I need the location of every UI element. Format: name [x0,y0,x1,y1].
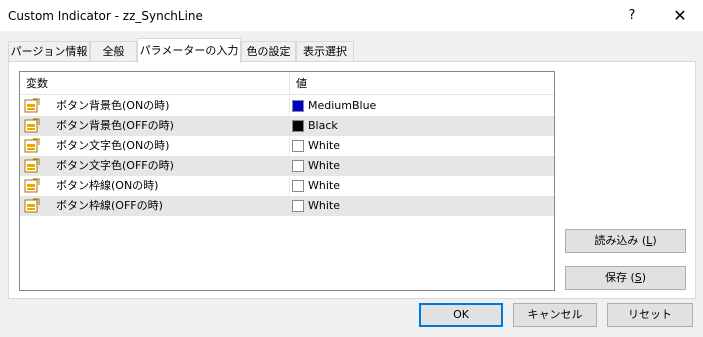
tab-parameters[interactable]: パラメーターの入力 [137,38,241,63]
parameter-icon [24,98,40,113]
parameter-icon [24,158,40,173]
header-variable[interactable]: 変数 [20,72,289,95]
header-value[interactable]: 値 [290,72,554,95]
load-button-label: 読み込み ( [594,234,647,247]
color-swatch [292,100,304,112]
table-row[interactable]: ボタン背景色(ONの時) MediumBlue [20,96,554,116]
tab-colors[interactable]: 色の設定 [241,41,296,62]
column-divider [289,96,290,116]
ok-button[interactable]: OK [419,303,503,327]
table-row[interactable]: ボタン文字色(ONの時) White [20,136,554,156]
variable-name: ボタン文字色(OFFの時) [56,159,174,172]
load-button-suffix: ) [652,234,657,247]
reset-button[interactable]: リセット [607,303,693,327]
color-swatch [292,200,304,212]
variable-value[interactable]: White [308,136,340,156]
variable-name: ボタン枠線(OFFの時) [56,199,163,212]
tab-visualization[interactable]: 表示選択 [296,41,354,62]
variable-name: ボタン背景色(OFFの時) [56,119,174,132]
parameter-icon [24,198,40,213]
save-button-label: 保存 ( [604,271,635,284]
parameter-icon [24,118,40,133]
column-divider [289,176,290,196]
tab-general[interactable]: 全般 [90,41,137,62]
table-row[interactable]: ボタン枠線(OFFの時) White [20,196,554,216]
color-swatch [292,180,304,192]
column-divider [289,196,290,216]
save-button-key: S [634,271,642,284]
variable-value[interactable]: Black [308,116,338,136]
window-title: Custom Indicator - zz_SynchLine [8,9,203,23]
parameter-icon [24,138,40,153]
save-button[interactable]: 保存 (S) [565,266,686,290]
load-button[interactable]: 読み込み (L) [565,229,686,253]
save-button-suffix: ) [641,271,647,284]
variable-value[interactable]: White [308,196,340,216]
variable-name: ボタン文字色(ONの時) [56,139,170,152]
close-button[interactable]: ✕ [657,0,703,31]
variable-value[interactable]: White [308,176,340,196]
color-swatch [292,160,304,172]
column-divider [289,156,290,176]
table-row[interactable]: ボタン枠線(ONの時) White [20,176,554,196]
grid-header: 変数 値 [20,72,554,95]
help-button[interactable]: ? [609,0,655,31]
parameter-icon [24,178,40,193]
color-swatch [292,120,304,132]
color-swatch [292,140,304,152]
column-divider [289,136,290,156]
parameter-grid[interactable]: 変数 値 ボタン背景色(ONの時) MediumBlue ボタン背景色(OFFの… [19,71,555,291]
variable-name: ボタン枠線(ONの時) [56,179,159,192]
variable-value[interactable]: MediumBlue [308,96,376,116]
table-row[interactable]: ボタン背景色(OFFの時) Black [20,116,554,136]
variable-value[interactable]: White [308,156,340,176]
column-divider [289,116,290,136]
title-bar: Custom Indicator - zz_SynchLine ? ✕ [0,0,703,31]
table-row[interactable]: ボタン文字色(OFFの時) White [20,156,554,176]
variable-name: ボタン背景色(ONの時) [56,99,170,112]
cancel-button[interactable]: キャンセル [513,303,597,327]
tab-version-info[interactable]: パージョン情報 [8,41,90,62]
